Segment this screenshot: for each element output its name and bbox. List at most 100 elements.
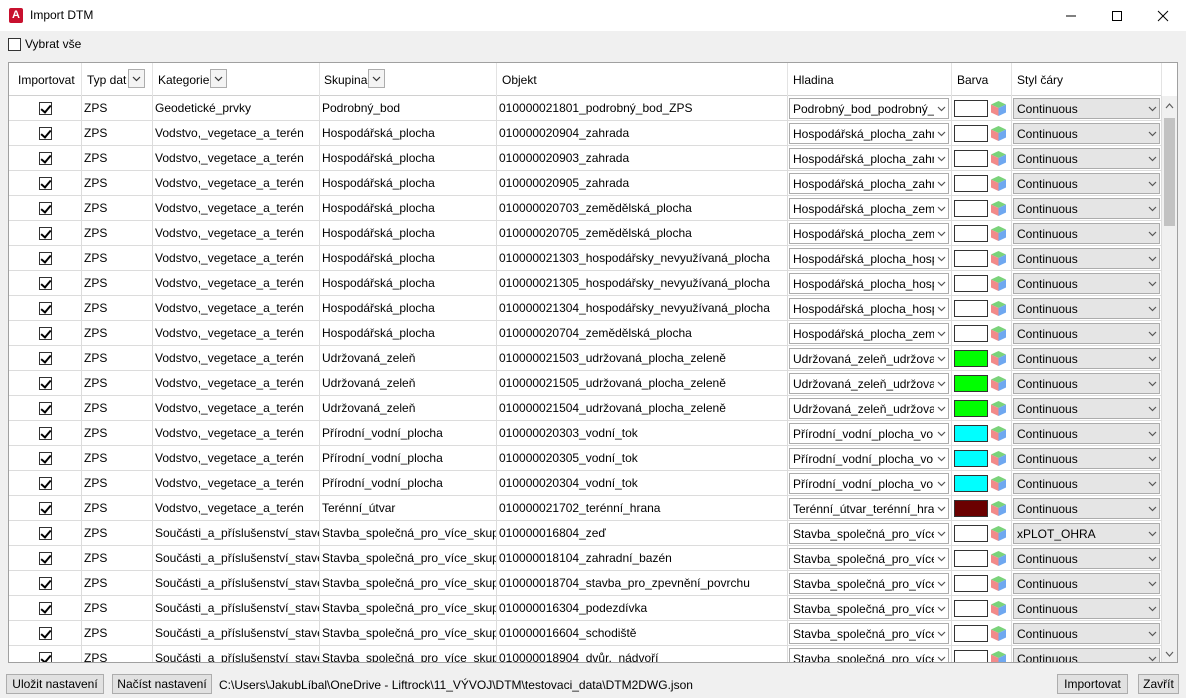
- color-swatch[interactable]: [954, 475, 988, 492]
- header-skupina[interactable]: Skupina: [320, 63, 497, 96]
- color-cube-icon[interactable]: [990, 650, 1007, 663]
- color-swatch[interactable]: [954, 450, 988, 467]
- layer-dropdown[interactable]: Přírodní_vodní_plocha_vo: [789, 473, 949, 494]
- linestyle-dropdown[interactable]: Continuous: [1013, 498, 1160, 519]
- color-swatch[interactable]: [954, 350, 988, 367]
- color-cube-icon[interactable]: [990, 575, 1007, 592]
- import-checkbox[interactable]: [38, 151, 52, 165]
- linestyle-dropdown[interactable]: Continuous: [1013, 223, 1160, 244]
- table-row[interactable]: ZPS Vodstvo,_vegetace_a_terén Hospodářská_…: [9, 321, 1162, 346]
- color-cube-icon[interactable]: [990, 600, 1007, 617]
- select-all-checkbox[interactable]: [8, 37, 21, 51]
- color-cube-icon[interactable]: [990, 450, 1007, 467]
- color-swatch[interactable]: [954, 150, 988, 167]
- layer-dropdown[interactable]: Hospodářská_plocha_zahr: [789, 173, 949, 194]
- layer-dropdown[interactable]: Hospodářská_plocha_hosp: [789, 273, 949, 294]
- layer-dropdown[interactable]: Hospodářská_plocha_hosp: [789, 298, 949, 319]
- import-checkbox[interactable]: [38, 376, 52, 390]
- linestyle-dropdown[interactable]: Continuous: [1013, 198, 1160, 219]
- import-checkbox[interactable]: [38, 176, 52, 190]
- color-cube-icon[interactable]: [990, 325, 1007, 342]
- color-cube-icon[interactable]: [990, 550, 1007, 567]
- color-cube-icon[interactable]: [990, 350, 1007, 367]
- linestyle-dropdown[interactable]: Continuous: [1013, 173, 1160, 194]
- header-typ-dat[interactable]: Typ dat: [82, 63, 153, 96]
- import-checkbox[interactable]: [38, 251, 52, 265]
- color-cube-icon[interactable]: [990, 300, 1007, 317]
- color-swatch[interactable]: [954, 500, 988, 517]
- color-swatch[interactable]: [954, 625, 988, 642]
- header-importovat[interactable]: Importovat: [9, 63, 82, 96]
- color-cube-icon[interactable]: [990, 275, 1007, 292]
- linestyle-dropdown[interactable]: Continuous: [1013, 648, 1160, 662]
- select-all[interactable]: Vybrat vše: [8, 37, 81, 51]
- table-row[interactable]: ZPS Součásti_a_příslušenství_staveb Stavba…: [9, 546, 1162, 571]
- import-checkbox[interactable]: [38, 126, 52, 140]
- table-row[interactable]: ZPS Součásti_a_příslušenství_staveb Stavba…: [9, 521, 1162, 546]
- save-settings-button[interactable]: Uložit nastavení: [6, 674, 104, 694]
- table-row[interactable]: ZPS Vodstvo,_vegetace_a_terén Hospodářská_…: [9, 171, 1162, 196]
- linestyle-dropdown[interactable]: Continuous: [1013, 323, 1160, 344]
- linestyle-dropdown[interactable]: xPLOT_OHRA: [1013, 523, 1160, 544]
- table-row[interactable]: ZPS Geodetické_prvky Podrobný_bod 010000021…: [9, 96, 1162, 121]
- table-row[interactable]: ZPS Vodstvo,_vegetace_a_terén Hospodářská_…: [9, 121, 1162, 146]
- table-row[interactable]: ZPS Vodstvo,_vegetace_a_terén Udržovaná_ze…: [9, 371, 1162, 396]
- layer-dropdown[interactable]: Udržovaná_zeleň_udržova: [789, 373, 949, 394]
- color-swatch[interactable]: [954, 375, 988, 392]
- table-row[interactable]: ZPS Součásti_a_příslušenství_staveb Stavba…: [9, 596, 1162, 621]
- linestyle-dropdown[interactable]: Continuous: [1013, 623, 1160, 644]
- color-swatch[interactable]: [954, 100, 988, 117]
- header-hladina[interactable]: Hladina: [788, 63, 952, 96]
- color-cube-icon[interactable]: [990, 400, 1007, 417]
- import-button[interactable]: Importovat: [1057, 674, 1128, 694]
- table-row[interactable]: ZPS Vodstvo,_vegetace_a_terén Přírodní_vod…: [9, 446, 1162, 471]
- linestyle-dropdown[interactable]: Continuous: [1013, 573, 1160, 594]
- layer-dropdown[interactable]: Hospodářská_plocha_zahr: [789, 148, 949, 169]
- import-checkbox[interactable]: [38, 601, 52, 615]
- color-cube-icon[interactable]: [990, 150, 1007, 167]
- layer-dropdown[interactable]: Stavba_společná_pro_více_: [789, 573, 949, 594]
- color-cube-icon[interactable]: [990, 475, 1007, 492]
- linestyle-dropdown[interactable]: Continuous: [1013, 248, 1160, 269]
- color-cube-icon[interactable]: [990, 375, 1007, 392]
- color-cube-icon[interactable]: [990, 175, 1007, 192]
- import-checkbox[interactable]: [38, 476, 52, 490]
- header-barva[interactable]: Barva: [952, 63, 1012, 96]
- close-window-button[interactable]: [1140, 0, 1186, 31]
- layer-dropdown[interactable]: Hospodářská_plocha_zem: [789, 223, 949, 244]
- color-swatch[interactable]: [954, 650, 988, 662]
- layer-dropdown[interactable]: Hospodářská_plocha_zahr: [789, 123, 949, 144]
- layer-dropdown[interactable]: Udržovaná_zeleň_udržova: [789, 398, 949, 419]
- load-settings-button[interactable]: Načíst nastavení: [112, 674, 212, 694]
- import-checkbox[interactable]: [38, 576, 52, 590]
- table-row[interactable]: ZPS Vodstvo,_vegetace_a_terén Hospodářská_…: [9, 271, 1162, 296]
- layer-dropdown[interactable]: Udržovaná_zeleň_udržova: [789, 348, 949, 369]
- color-swatch[interactable]: [954, 225, 988, 242]
- table-row[interactable]: ZPS Vodstvo,_vegetace_a_terén Přírodní_vod…: [9, 421, 1162, 446]
- color-cube-icon[interactable]: [990, 625, 1007, 642]
- color-swatch[interactable]: [954, 125, 988, 142]
- color-swatch[interactable]: [954, 400, 988, 417]
- layer-dropdown[interactable]: Stavba_společná_pro_více_: [789, 623, 949, 644]
- layer-dropdown[interactable]: Hospodářská_plocha_hosp: [789, 248, 949, 269]
- scroll-up-icon[interactable]: [1162, 100, 1177, 112]
- scroll-down-icon[interactable]: [1162, 648, 1177, 660]
- linestyle-dropdown[interactable]: Continuous: [1013, 148, 1160, 169]
- import-checkbox[interactable]: [38, 401, 52, 415]
- import-checkbox[interactable]: [38, 101, 52, 115]
- layer-dropdown[interactable]: Hospodářská_plocha_zem: [789, 198, 949, 219]
- table-row[interactable]: ZPS Součásti_a_příslušenství_staveb Stavba…: [9, 571, 1162, 596]
- linestyle-dropdown[interactable]: Continuous: [1013, 298, 1160, 319]
- import-checkbox[interactable]: [38, 226, 52, 240]
- color-swatch[interactable]: [954, 275, 988, 292]
- table-row[interactable]: ZPS Vodstvo,_vegetace_a_terén Terénní_útva…: [9, 496, 1162, 521]
- color-swatch[interactable]: [954, 425, 988, 442]
- import-checkbox[interactable]: [38, 501, 52, 515]
- filter-skupina-button[interactable]: [368, 69, 385, 88]
- linestyle-dropdown[interactable]: Continuous: [1013, 448, 1160, 469]
- color-cube-icon[interactable]: [990, 425, 1007, 442]
- linestyle-dropdown[interactable]: Continuous: [1013, 398, 1160, 419]
- import-checkbox[interactable]: [38, 651, 52, 662]
- header-styl-cary[interactable]: Styl čáry: [1012, 63, 1162, 96]
- linestyle-dropdown[interactable]: Continuous: [1013, 273, 1160, 294]
